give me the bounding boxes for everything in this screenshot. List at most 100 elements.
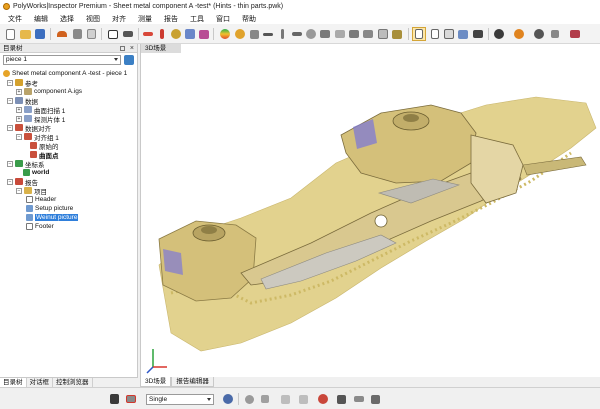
pin-icon[interactable] [120,46,125,51]
viewport-tab[interactable]: 3D场景 [141,44,181,53]
table-icon[interactable] [376,27,390,41]
collapse-icon[interactable]: − [16,133,22,140]
save-icon[interactable] [33,27,47,41]
tab-3d-scene[interactable]: 3D场景 [140,377,172,387]
probe-tool-icon[interactable] [334,392,348,406]
report-icon[interactable] [428,27,442,41]
tab-control-browser[interactable]: 控制浏览器 [53,378,93,387]
3d-viewport[interactable]: 3D场景 [140,44,600,377]
color-swatch-icon[interactable] [316,392,330,406]
menu-tools[interactable]: 工具 [190,14,204,24]
stop-icon[interactable] [548,27,562,41]
measure-tool-icon[interactable] [352,392,366,406]
menu-help[interactable]: 帮助 [242,14,256,24]
tree-node-footer[interactable]: Footer [26,222,54,231]
menu-window[interactable]: 窗口 [216,14,230,24]
alignment-icon [15,124,23,131]
tree-node-header[interactable]: Header [26,195,56,204]
pointer-icon[interactable] [296,392,310,406]
report-template-icon[interactable] [412,27,426,41]
page-icon [26,196,33,203]
pen-icon[interactable] [275,27,289,41]
app-logo-icon [3,3,10,10]
capture-icon[interactable] [106,27,120,41]
collapse-icon[interactable]: − [7,124,13,131]
menu-measure[interactable]: 测量 [138,14,152,24]
close-icon[interactable]: × [130,44,134,53]
angle-icon[interactable] [333,27,347,41]
menu-view[interactable]: 视图 [86,14,100,24]
tree-node-coordinate-system[interactable]: − 坐标系 [7,159,45,169]
print-icon[interactable] [456,27,470,41]
tab-dialog[interactable]: 对话框 [27,378,53,387]
cad-model-icon [24,88,32,95]
settings-tool-icon[interactable] [368,392,382,406]
gauge-icon[interactable] [304,27,318,41]
expand-icon[interactable]: + [16,106,22,113]
mode-select[interactable]: Single [146,394,214,405]
menu-select[interactable]: 选择 [60,14,74,24]
tree-node-root[interactable]: 参考 Sheet metal component A -test - piece… [3,69,127,78]
camera-icon[interactable] [471,27,485,41]
piece-properties-icon[interactable] [124,55,134,65]
scan-icon[interactable] [121,27,135,41]
ruler-icon[interactable] [290,27,304,41]
feature-icon[interactable] [197,27,211,41]
collapse-icon[interactable]: − [7,178,13,185]
expand-icon[interactable]: + [16,115,22,122]
toolbar-divider [213,28,214,40]
target-icon[interactable] [532,27,546,41]
points-icon[interactable] [247,27,261,41]
menu-align[interactable]: 对齐 [112,14,126,24]
cursor-icon[interactable] [107,392,121,406]
dimension-icon[interactable] [347,27,361,41]
probe-icon[interactable] [155,27,169,41]
copy-icon[interactable] [84,27,98,41]
measure-icon[interactable] [141,27,155,41]
record-icon[interactable] [492,27,506,41]
tree-node-setup-picture[interactable]: Setup picture [26,204,73,213]
tree-node-weinut-picture[interactable]: Weinut picture [26,213,79,222]
tab-tree[interactable]: 目录树 [0,378,27,387]
open-folder-icon[interactable] [18,27,32,41]
expand-icon[interactable]: + [16,88,22,95]
left-boss-bore [201,226,217,234]
align-icon[interactable] [183,27,197,41]
chart-icon[interactable] [568,27,582,41]
undo-icon[interactable] [55,27,69,41]
menu-file[interactable]: 文件 [8,14,22,24]
record-icon[interactable] [242,392,256,406]
sparkle-icon[interactable] [278,392,292,406]
section-icon[interactable] [318,27,332,41]
tree-node-reference[interactable]: − 参考 [7,78,38,88]
selection-mode-icon[interactable] [124,392,138,406]
play-icon[interactable] [512,27,526,41]
piece-icon [3,70,10,77]
collapse-icon[interactable]: − [7,79,13,86]
grid-icon[interactable] [442,27,456,41]
collapse-icon[interactable]: − [7,97,13,104]
tree-node-label: component A.igs [34,88,83,95]
menu-edit[interactable]: 编辑 [34,14,48,24]
stop-icon[interactable] [258,392,272,406]
piece-select-value: piece 1 [6,56,27,63]
menu-report[interactable]: 报告 [164,14,178,24]
collapse-icon[interactable]: − [7,160,13,167]
collapse-icon[interactable]: − [16,187,22,194]
new-file-icon[interactable] [3,27,17,41]
transform-icon[interactable] [221,392,235,406]
sphere-icon[interactable] [233,27,247,41]
alignment-step-icon [30,151,37,158]
compare-icon[interactable] [169,27,183,41]
triangle-icon[interactable] [390,27,404,41]
3d-scene[interactable] [141,53,600,377]
curve-icon[interactable] [261,27,275,41]
piece-select[interactable]: piece 1 [3,55,121,65]
cut-icon[interactable] [70,27,84,41]
scan-data-icon [24,106,32,113]
tab-report-editor[interactable]: 报告编辑器 [171,377,214,387]
tree-node-label: 坐标系 [25,161,45,169]
annotate-icon[interactable] [361,27,375,41]
tree-node-items[interactable]: − 项目 [16,186,47,196]
color-map-icon[interactable] [218,27,232,41]
